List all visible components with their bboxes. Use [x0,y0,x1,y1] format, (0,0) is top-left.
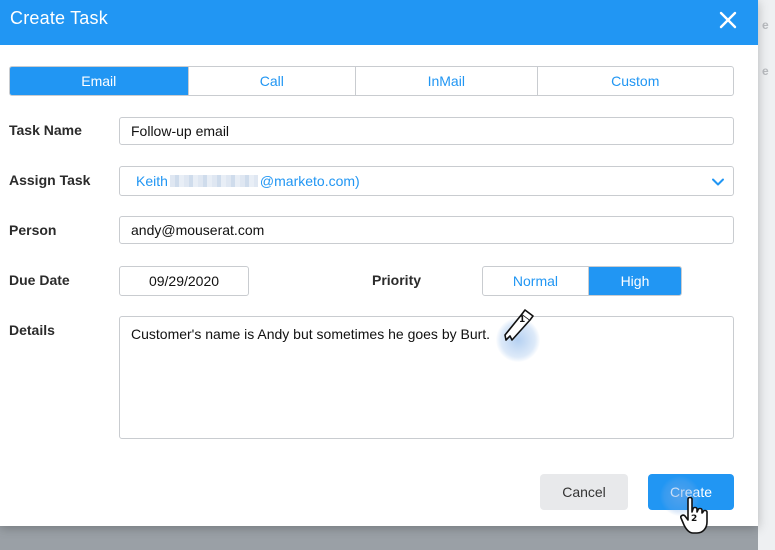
cancel-button[interactable]: Cancel [540,474,628,510]
person-value: andy@mouserat.com [131,222,265,238]
assignee-first-name: Keith [136,173,168,189]
task-name-label: Task Name [9,122,82,138]
background-ghost-text: e [762,18,769,32]
assign-task-value: Keith @marketo.com) [136,173,360,189]
person-input[interactable]: andy@mouserat.com [119,216,734,244]
details-label: Details [9,322,55,338]
chevron-down-icon[interactable] [711,175,725,192]
assign-task-select[interactable]: Keith @marketo.com) [119,166,734,196]
text-cursor-icon: 1 [500,304,540,349]
dialog-title: Create Task [10,8,108,28]
assign-task-label: Assign Task [9,172,91,188]
close-icon[interactable] [714,6,742,34]
tab-email[interactable]: Email [10,67,189,95]
create-task-dialog: Create Task Email Call InMail Custom Tas… [0,0,758,526]
background-ghost-text: e [762,64,769,78]
due-date-value: 09/29/2020 [148,273,220,289]
redacted-email-block [169,175,258,187]
task-type-tabs: Email Call InMail Custom [9,66,734,96]
step-number: 2 [691,514,698,524]
dialog-header: Create Task [0,0,758,45]
details-value: Customer's name is Andy but sometimes he… [131,326,491,342]
priority-toggle: Normal High [482,266,682,296]
hand-pointer-icon: 2 [680,496,710,541]
priority-high-option[interactable]: High [588,267,681,295]
due-date-label: Due Date [9,272,70,288]
task-name-input[interactable]: Follow-up email [119,117,734,145]
task-name-value: Follow-up email [131,123,230,139]
tab-custom[interactable]: Custom [538,67,733,95]
tab-inmail[interactable]: InMail [356,67,538,95]
priority-label: Priority [372,272,422,288]
tab-call[interactable]: Call [189,67,357,95]
background-app-strip: e e [758,0,775,550]
details-textarea[interactable]: Customer's name is Andy but sometimes he… [119,316,734,439]
step-number: 1 [519,315,526,325]
assignee-email-domain: @marketo.com) [259,173,360,189]
person-label: Person [9,222,57,238]
due-date-input[interactable]: 09/29/2020 [119,266,249,296]
priority-normal-option[interactable]: Normal [483,267,589,295]
